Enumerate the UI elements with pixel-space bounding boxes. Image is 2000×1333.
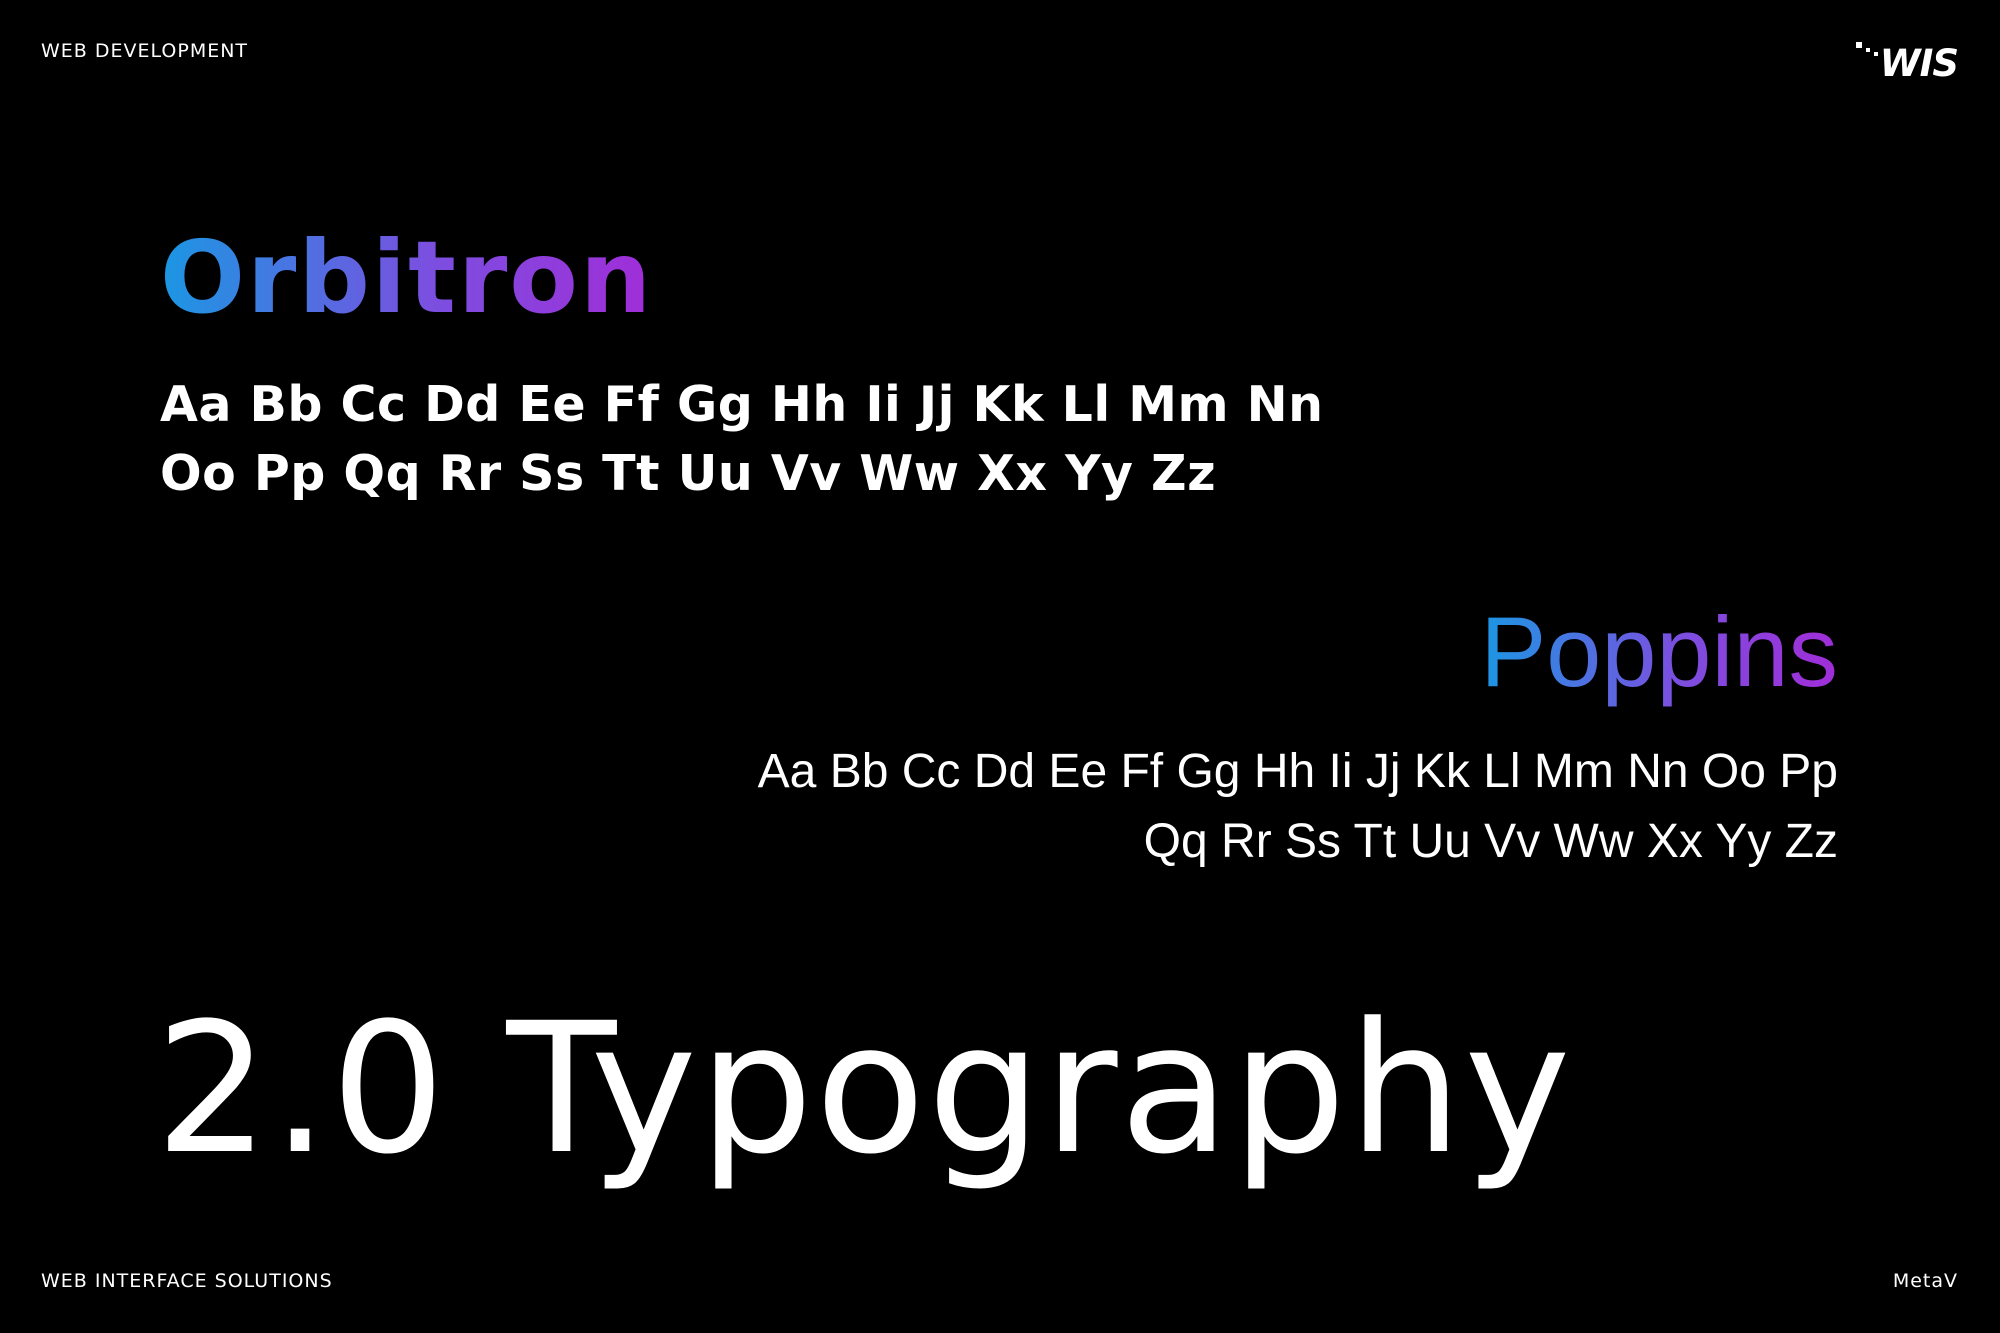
typeface-specimen-line: Aa Bb Cc Dd Ee Ff Gg Hh Ii Jj Kk Ll Mm N… xyxy=(160,376,1324,433)
logo-dot-icon xyxy=(1866,48,1870,52)
footer-company: WEB INTERFACE SOLUTIONS xyxy=(41,1270,333,1292)
footer-project: MetaV xyxy=(1892,1270,1958,1292)
typeface-specimen-line: Qq Rr Ss Tt Uu Vv Ww Xx Yy Zz xyxy=(1143,815,1838,868)
section-title: 2.0 Typography xyxy=(155,985,1573,1194)
logo-dot-icon xyxy=(1874,52,1878,56)
wis-logo: WIS xyxy=(1848,40,1959,85)
typeface-specimen-line: Aa Bb Cc Dd Ee Ff Gg Hh Ii Jj Kk Ll Mm N… xyxy=(757,745,1838,798)
logo-dot-icon xyxy=(1856,42,1862,48)
logo-text: WIS xyxy=(1879,42,1959,85)
category-label: WEB DEVELOPMENT xyxy=(41,40,249,62)
typeface-name-primary: Orbitron xyxy=(160,219,654,336)
typeface-specimen-line: Oo Pp Qq Rr Ss Tt Uu Vv Ww Xx Yy Zz xyxy=(160,445,1217,502)
typeface-name-secondary: Poppins xyxy=(1480,592,1838,712)
